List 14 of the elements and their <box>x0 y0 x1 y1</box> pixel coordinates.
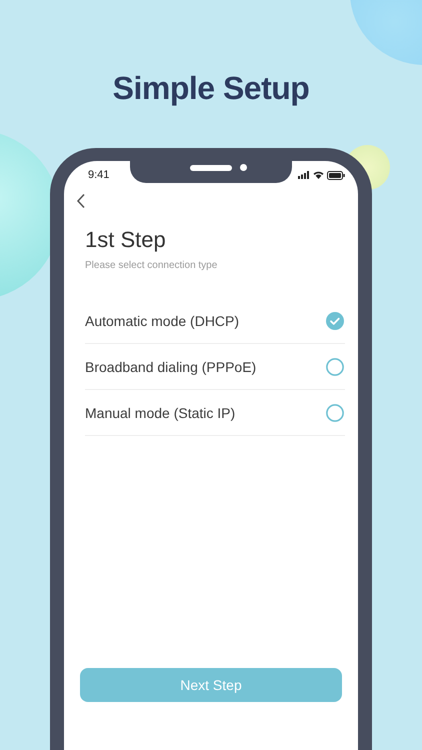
option-label[interactable]: Automatic mode (DHCP) <box>85 312 240 328</box>
radio-button[interactable] <box>326 312 344 330</box>
battery-icon <box>327 170 345 180</box>
step-title: 1st Step <box>85 226 167 254</box>
step-subtitle: Please select connection type <box>85 259 218 273</box>
option-label[interactable]: Manual mode (Static IP) <box>85 404 236 420</box>
signal-icon <box>298 171 310 179</box>
back-icon[interactable] <box>76 193 86 209</box>
radio-button[interactable] <box>326 358 344 376</box>
headline: Simple Setup <box>112 70 310 106</box>
status-time: 9:41 <box>88 169 110 181</box>
option-label[interactable]: Broadband dialing (PPPoE) <box>85 358 256 374</box>
wifi-icon <box>313 171 324 179</box>
radio-button[interactable] <box>326 404 344 422</box>
